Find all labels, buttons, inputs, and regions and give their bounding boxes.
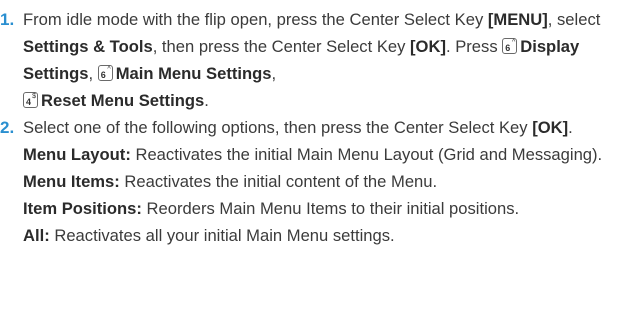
option-label: Menu Layout: xyxy=(23,145,131,164)
step-text: From idle mode with the flip open, press… xyxy=(23,10,488,29)
option-description: Reactivates the initial Main Menu Layout… xyxy=(130,145,603,164)
option-label: All: xyxy=(23,226,50,245)
option-all: All: Reactivates all your initial Main M… xyxy=(23,222,643,249)
step-number: 1. xyxy=(0,10,15,29)
step-text: , xyxy=(88,64,98,83)
option-item-positions: Item Positions: Reorders Main Menu Items… xyxy=(23,195,643,222)
option-description: Reactivates all your initial Main Menu s… xyxy=(49,226,395,245)
step-text: , xyxy=(271,64,277,83)
step-1: 1. From idle mode with the flip open, pr… xyxy=(0,6,643,114)
instruction-document: 1. From idle mode with the flip open, pr… xyxy=(0,0,643,336)
keypad-4-icon: 4 $ xyxy=(23,92,38,108)
step-number: 2. xyxy=(0,118,15,137)
settings-tools-label: Settings & Tools xyxy=(23,37,153,56)
ok-key-label: [OK] xyxy=(532,118,569,137)
step-text: . Press xyxy=(445,37,503,56)
option-label: Item Positions: xyxy=(23,199,142,218)
option-menu-items: Menu Items: Reactivates the initial cont… xyxy=(23,168,643,195)
option-description: Reactivates the initial content of the M… xyxy=(119,172,438,191)
option-label: Menu Items: xyxy=(23,172,120,191)
ok-key-label: [OK] xyxy=(410,37,446,56)
keypad-6-icon: 6 ^ xyxy=(502,38,518,54)
step-text: Select one of the following options, the… xyxy=(23,118,533,137)
menu-key-label: [MENU] xyxy=(487,10,548,29)
step-text: , select xyxy=(547,10,601,29)
reset-menu-settings-label: Reset Menu Settings xyxy=(41,91,205,110)
option-description: Reorders Main Menu Items to their initia… xyxy=(141,199,520,218)
keypad-6-icon: 6 ^ xyxy=(97,65,113,81)
step-text: . xyxy=(568,118,573,137)
main-menu-settings-label: Main Menu Settings xyxy=(115,64,272,83)
step-text: , then press the Center Select Key xyxy=(152,37,411,56)
step-text: . xyxy=(204,91,209,110)
step-2: 2. Select one of the following options, … xyxy=(0,114,643,249)
option-menu-layout: Menu Layout: Reactivates the initial Mai… xyxy=(23,141,643,168)
